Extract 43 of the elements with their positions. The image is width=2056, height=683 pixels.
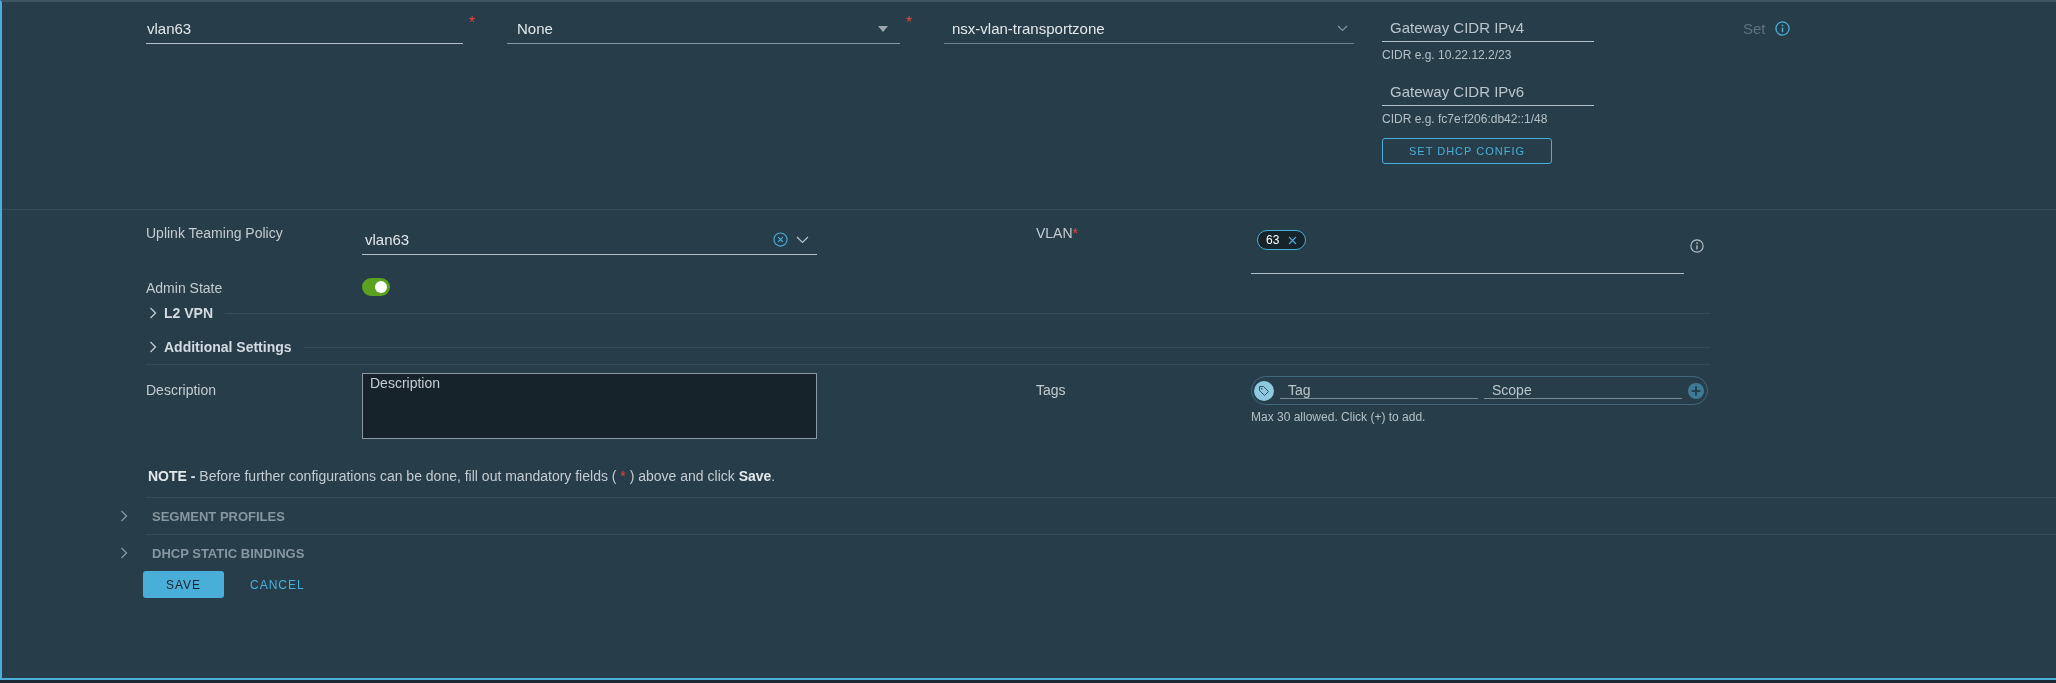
field-hint: CIDR e.g. 10.22.12.2/23 [1382, 48, 1513, 62]
clear-icon[interactable] [773, 232, 788, 247]
scope-field[interactable]: Scope [1484, 382, 1682, 399]
required-asterisk: * [905, 14, 914, 32]
description-field[interactable]: Description [362, 373, 817, 439]
connectivity-dropdown[interactable]: None [507, 14, 900, 44]
field-label: VLAN* [1036, 225, 1079, 241]
admin-state-toggle[interactable] [362, 278, 390, 296]
panel-title[interactable]: DHCP STATIC BINDINGS [152, 545, 305, 561]
vlan-chip[interactable]: 63 [1257, 230, 1307, 250]
chevron-right-icon [149, 341, 157, 353]
field-label: Uplink Teaming Policy [146, 225, 283, 241]
close-icon[interactable] [1288, 235, 1298, 245]
vlan-field[interactable]: 63 [1251, 225, 1684, 274]
field-label: Admin State [146, 280, 223, 296]
set-dhcp-config-button[interactable]: SET DHCP CONFIG [1382, 138, 1552, 164]
panel-title[interactable]: SEGMENT PROFILES [152, 508, 285, 524]
info-icon[interactable] [1774, 21, 1790, 36]
save-button[interactable]: SAVE [143, 571, 224, 598]
required-asterisk: * [468, 14, 477, 32]
field-label: Tags [1036, 382, 1066, 398]
chevron-right-icon [149, 307, 157, 319]
gateway-cidr-field[interactable]: Gateway CIDR IPv4 [1382, 14, 1594, 42]
info-icon[interactable] [1690, 239, 1704, 253]
transport-zone-dropdown[interactable]: nsx-vlan-transportzone [944, 14, 1354, 44]
field-hint: Max 30 allowed. Click (+) to add. [1251, 410, 1427, 424]
chevron-down-icon [796, 235, 809, 244]
field-label: Description [146, 382, 217, 398]
add-icon[interactable] [1688, 382, 1704, 399]
dropdown-triangle-icon [878, 25, 888, 32]
chevron-down-icon [1337, 25, 1348, 32]
segment-name-field[interactable]: vlan63 [146, 14, 463, 44]
mandatory-fields-note: NOTE - Before further configurations can be done, fill out mandatory fields ( * ) above and click Save. [148, 468, 777, 484]
section-toggle[interactable]: Additional Settings [149, 339, 292, 355]
uplink-teaming-policy-dropdown[interactable]: vlan63 [362, 225, 817, 255]
tag-icon [1254, 380, 1274, 401]
field-hint: CIDR e.g. fc7e:f206:db42::1/48 [1382, 112, 1549, 126]
gateway-cidr-field[interactable]: Gateway CIDR IPv6 [1382, 78, 1594, 106]
tag-field[interactable]: Tag [1280, 382, 1478, 399]
cancel-button[interactable]: CANCEL [250, 571, 305, 598]
chevron-right-icon[interactable] [120, 547, 128, 559]
chevron-right-icon[interactable] [120, 510, 128, 522]
section-toggle[interactable]: L2 VPN [149, 305, 213, 321]
